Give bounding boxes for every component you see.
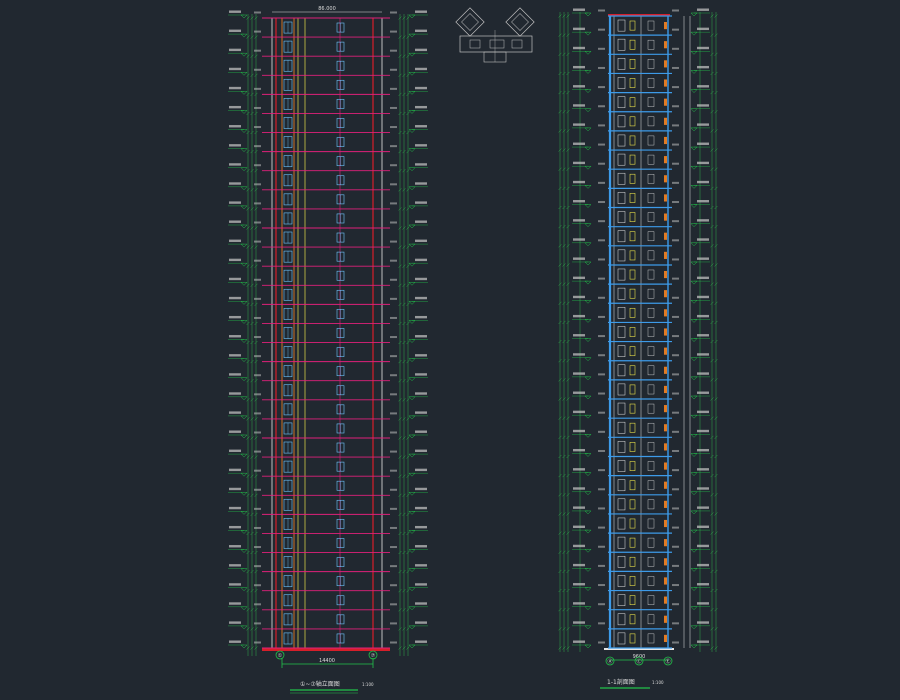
section-lintel — [664, 60, 667, 68]
section-lintel — [664, 539, 667, 547]
section-lintel — [664, 194, 667, 202]
section-lintel — [664, 634, 667, 642]
section-lintel — [664, 22, 667, 30]
section-axis-right: Ⓔ — [665, 658, 670, 665]
section-title: 1-1剖面图 — [607, 678, 635, 686]
elevation-title: ①~⑦轴立面图 — [300, 680, 340, 688]
section-lintel — [664, 385, 667, 394]
section-lintel — [664, 347, 667, 355]
section-lintel — [664, 79, 667, 87]
section-lintel — [664, 443, 667, 451]
section-lintel — [664, 596, 667, 604]
section-axis-left: Ⓐ — [607, 658, 612, 665]
section-lintel — [664, 136, 667, 145]
section-lintel — [664, 615, 667, 623]
section-lintel — [664, 577, 667, 585]
section-lintel — [664, 232, 667, 240]
section-scale: 1:100 — [652, 680, 664, 685]
section-lintel — [664, 156, 667, 164]
section-lintel — [664, 117, 667, 125]
section-lintel — [664, 558, 667, 566]
section-axis-mid: Ⓒ — [636, 658, 641, 665]
section-lintel — [664, 424, 667, 432]
section-lintel — [664, 270, 667, 279]
elevation-top-label: 86.000 — [318, 6, 336, 12]
section-lintel — [664, 328, 667, 336]
model-space-background — [0, 0, 900, 700]
section-lintel — [664, 309, 667, 317]
section-lintel — [664, 251, 667, 259]
cad-drawing-canvas: 86.000 14400 ① ⑦ ①~⑦轴立面图 1:100 9600 Ⓐ Ⓒ … — [0, 0, 900, 700]
section-lintel — [664, 290, 667, 298]
section-lintel — [664, 405, 667, 413]
section-lintel — [664, 519, 667, 528]
section-lintel — [664, 462, 667, 470]
section-lintel — [664, 481, 667, 489]
axis-label-left: ① — [278, 653, 283, 659]
section-lintel — [664, 41, 667, 49]
section-lintel — [664, 213, 667, 221]
section-lintel — [664, 366, 667, 374]
section-lintel — [664, 98, 667, 106]
section-lintel — [664, 500, 667, 508]
elevation-scale: 1:100 — [362, 682, 374, 687]
elevation-bottom-dimension: 14400 — [319, 658, 335, 664]
axis-label-right: ⑦ — [371, 653, 376, 659]
section-lintel — [664, 175, 667, 183]
